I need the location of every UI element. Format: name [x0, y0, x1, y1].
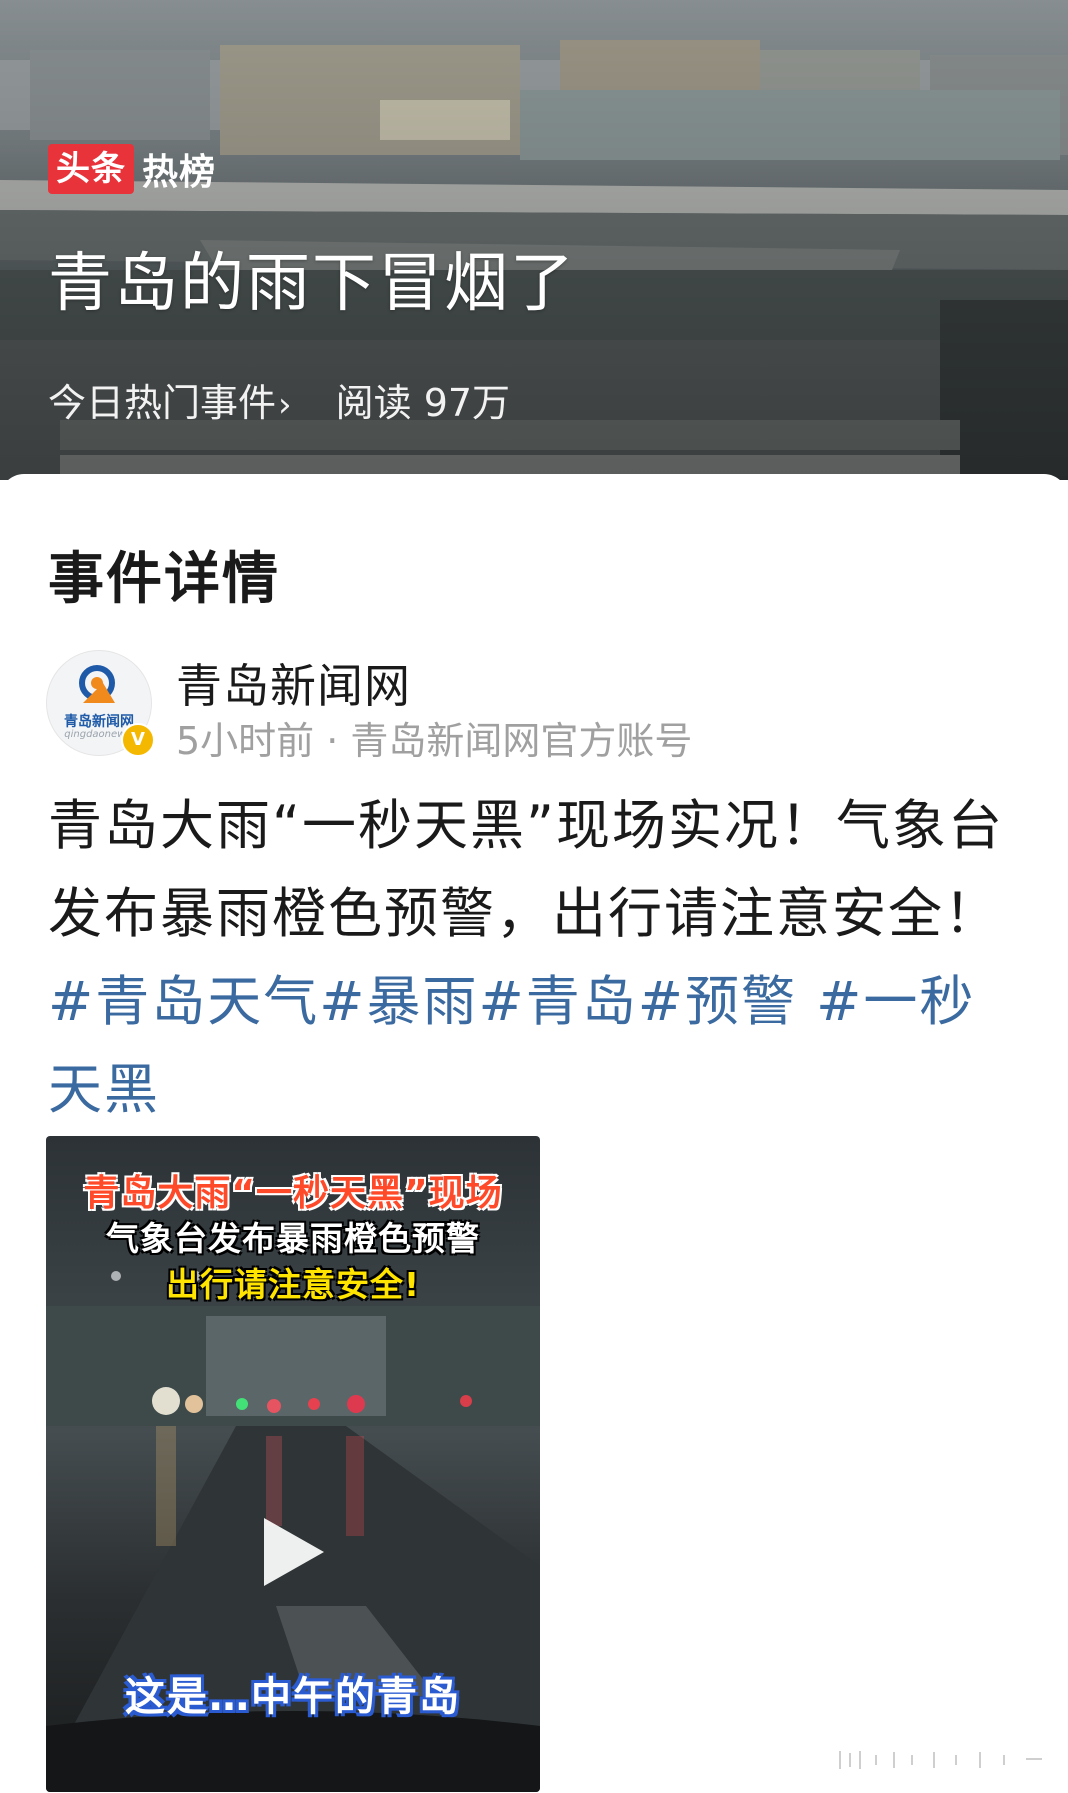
video-caption-line1: 青岛大雨“一秒天黑”现场 [83, 1173, 503, 1214]
hashtag-link[interactable]: #青岛天气 [48, 970, 319, 1033]
video-caption-line3: 出行请注意安全! [165, 1265, 421, 1304]
chevron-right-icon: › [278, 385, 292, 425]
hero-meta: 今日热门事件› 阅读 97万 [48, 372, 510, 427]
author-meta: 5小时前 · 青岛新闻网官方账号 [176, 719, 693, 763]
watermark-icon [839, 1751, 1042, 1769]
post-text: 青岛大雨“一秒天黑”现场实况！气象台发布暴雨橙色预警，出行请注意安全！ #青岛天气… [48, 782, 1008, 1134]
qingdao-news-logo-icon [79, 665, 115, 703]
video-thumbnail[interactable]: 青岛大雨“一秒天黑”现场 气象台发布暴雨橙色预警 出行请注意安全! 这是…中午的… [46, 1136, 540, 1792]
brand-text: 热榜 [142, 152, 217, 193]
post-body: 青岛大雨“一秒天黑”现场实况！气象台发布暴雨橙色预警，出行请注意安全！ [48, 794, 1004, 945]
play-icon[interactable] [264, 1518, 324, 1586]
category-link[interactable]: 今日热门事件› [48, 372, 292, 427]
section-title: 事件详情 [48, 547, 280, 612]
author-avatar[interactable]: 青岛新闻网 qingdaonews. V [46, 650, 155, 757]
verified-badge-icon: V [121, 723, 155, 757]
video-caption-line2: 气象台发布暴雨橙色预警 [106, 1219, 480, 1258]
brand-badge: 头条 [48, 144, 134, 194]
hashtag-link[interactable]: #暴雨#青岛 [319, 970, 638, 1033]
hero-banner: 头条 热榜 青岛的雨下冒烟了 今日热门事件› 阅读 97万 [0, 0, 1068, 480]
author-name[interactable]: 青岛新闻网 [176, 650, 411, 716]
category-link-label: 今日热门事件 [48, 381, 277, 425]
read-count: 阅读 97万 [335, 381, 511, 425]
hashtag-link[interactable]: #预警 [638, 970, 797, 1033]
hero-title: 青岛的雨下冒烟了 [48, 247, 576, 321]
video-subtitle: 这是…中午的青岛 [125, 1674, 461, 1720]
hot-list-brand[interactable]: 头条 热榜 [48, 144, 216, 194]
